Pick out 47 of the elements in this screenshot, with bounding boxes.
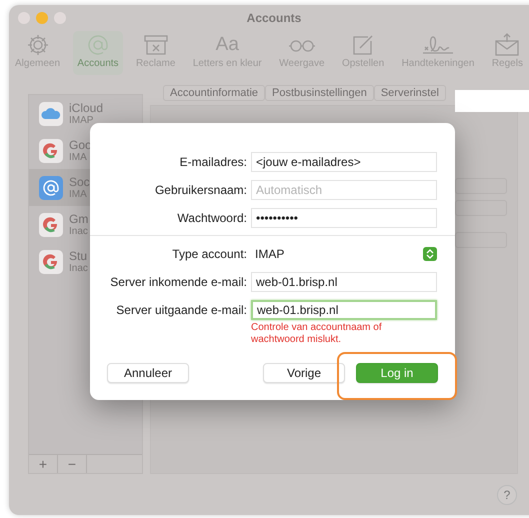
account-type: Inac: [69, 226, 88, 238]
field-label: Wachtwoord:: [176, 211, 247, 225]
account-name: Gm: [69, 212, 88, 226]
at-sign-icon: [39, 176, 63, 200]
account-type: IMA: [69, 152, 88, 164]
input-field[interactable]: web-01.brisp.nl: [251, 272, 437, 292]
gear-icon: [26, 33, 50, 57]
dimmed-field: [455, 178, 507, 194]
google-icon: [39, 138, 63, 162]
error-message: Controle van accountnaam of wachtwoord mislukt.: [251, 322, 383, 346]
dimmed-field: [455, 232, 507, 248]
account-name: iCloud: [69, 100, 104, 114]
tab[interactable]: Accountinformatie: [163, 85, 266, 101]
junk-bin-icon: [142, 33, 169, 57]
dialog-button[interactable]: Vorige: [263, 363, 345, 383]
input-field[interactable]: web-01.brisp.nl: [251, 300, 437, 320]
account-item[interactable]: Gm Inac: [29, 206, 142, 243]
at-sign-icon: [86, 33, 110, 57]
tab[interactable]: Postbusinstellingen: [265, 85, 374, 101]
toolbar-tab[interactable]: Accounts: [73, 31, 123, 75]
input-field[interactable]: ••••••••••: [251, 208, 437, 228]
account-name: Stu: [69, 248, 88, 262]
envelope-icon: [494, 33, 520, 57]
window-title: Accounts: [246, 11, 302, 25]
window-control[interactable]: [36, 12, 48, 24]
input-field[interactable]: <jouw e-mailadres>: [251, 152, 437, 172]
dialog-button[interactable]: Annuleer: [107, 363, 189, 383]
cloud-icon: [39, 102, 63, 126]
field-label: Server uitgaande e-mail:: [115, 303, 247, 317]
dimmed-field: [455, 200, 507, 216]
field-label: Gebruikersnaam:: [154, 183, 247, 197]
dialog-button[interactable]: Log in: [356, 363, 438, 383]
compose-icon: [351, 33, 376, 57]
account-type: Inac: [69, 262, 88, 274]
input-field[interactable]: Automatisch: [251, 180, 437, 200]
field-label: E-mailadres:: [178, 155, 247, 169]
account-item[interactable]: iCloud IMAP: [29, 95, 142, 132]
field-label: Server inkomende e-mail:: [109, 275, 247, 289]
field-label: Type account:: [171, 247, 247, 261]
help-button[interactable]: ?: [497, 485, 517, 505]
google-icon: [39, 250, 63, 274]
remove-button[interactable]: −: [58, 455, 87, 473]
stepper-icon: [423, 247, 437, 261]
account-type: IMAP: [69, 114, 94, 126]
google-icon: [39, 212, 63, 236]
add-button[interactable]: +: [29, 455, 58, 473]
tab[interactable]: Serverinstel: [374, 85, 446, 101]
